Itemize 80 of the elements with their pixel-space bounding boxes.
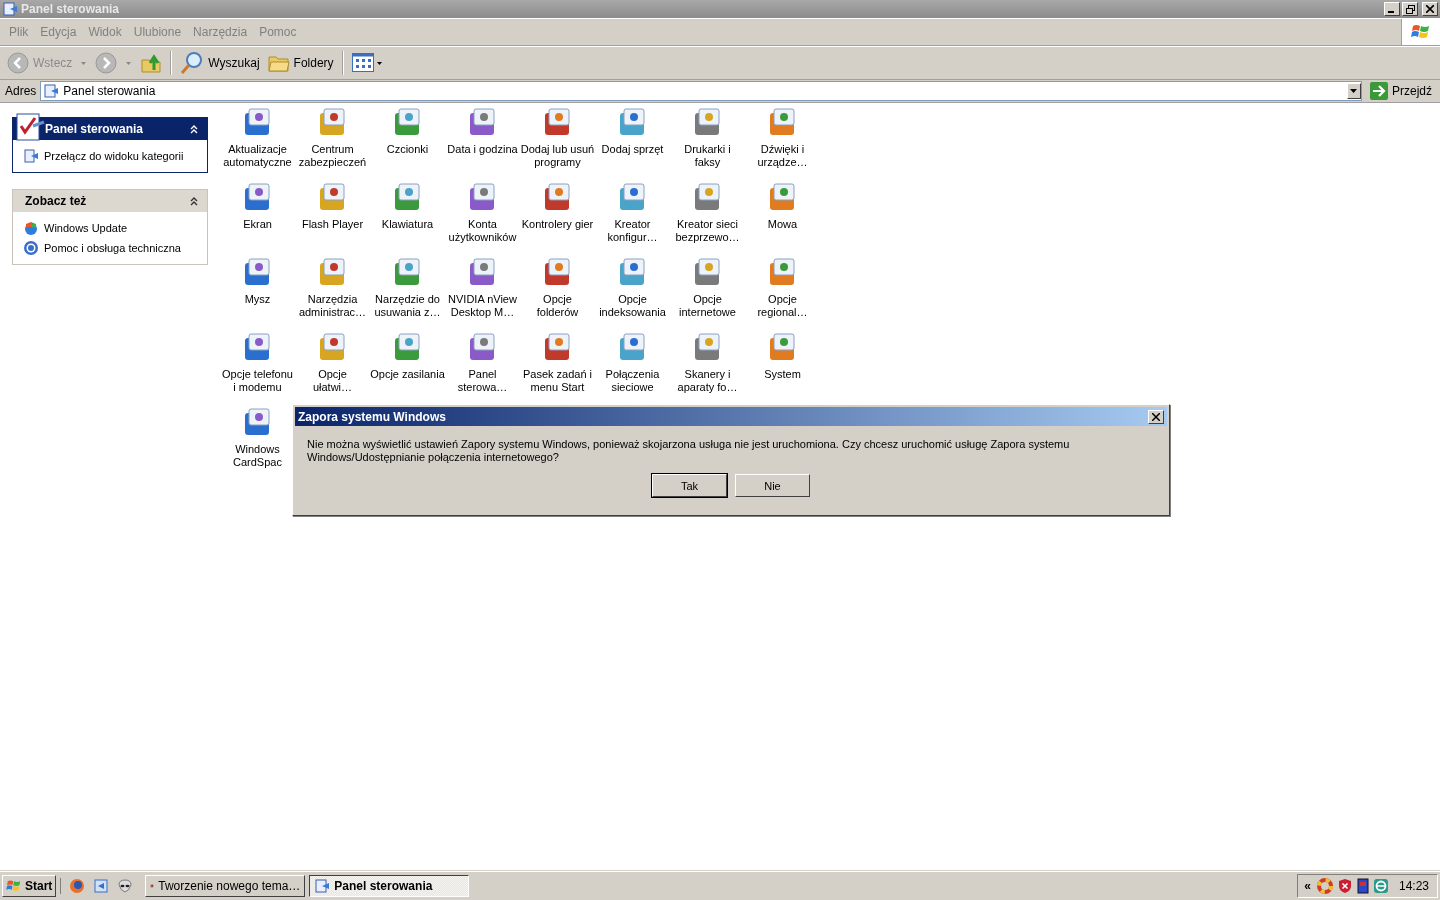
taskbar-button[interactable]: Tworzenie nowego tema… <box>145 875 306 897</box>
dialog-title: Zapora systemu Windows <box>298 409 447 424</box>
applet-label[interactable]: System <box>764 368 801 381</box>
control-panel-icon <box>23 148 39 164</box>
applet-label[interactable]: Opcje ułatwi… <box>312 368 353 394</box>
close-icon <box>1426 5 1434 13</box>
close-button[interactable] <box>1422 2 1438 16</box>
applet-label[interactable]: Pasek zadań i menu Start <box>522 368 593 394</box>
address-label: Adres <box>5 84 37 98</box>
task-link[interactable]: Przełącz do widoku kategorii <box>23 148 197 164</box>
clock: 14:23 <box>1398 879 1429 893</box>
tray-toggle[interactable]: « <box>1302 879 1313 893</box>
collapse-icon[interactable] <box>189 195 199 207</box>
restore-button[interactable] <box>1402 2 1418 16</box>
applet-label[interactable]: Flash Player <box>301 218 364 231</box>
document-icon[interactable] <box>93 878 110 894</box>
applet-label[interactable]: Kreator sieci bezprzewo… <box>675 218 740 244</box>
go-button[interactable]: Przejdź <box>1366 80 1438 102</box>
applet-label[interactable]: Opcje folderów <box>536 293 579 319</box>
applet-label[interactable]: Aktualizacje automatyczne <box>223 143 292 169</box>
applet-label[interactable]: Data i godzina <box>447 143 518 156</box>
control-panel-icon <box>43 83 60 99</box>
applet-label[interactable]: Dźwięki i urządze… <box>757 143 808 169</box>
windows-flag-icon <box>6 879 22 893</box>
applet-label[interactable]: NVIDIA nView Desktop M… <box>448 293 517 319</box>
applet-label[interactable]: Czcionki <box>386 143 429 156</box>
dialog-button[interactable]: Tak <box>652 474 727 497</box>
close-button[interactable] <box>1148 409 1164 424</box>
applet-label[interactable]: Narzędzia administrac… <box>298 293 367 319</box>
address-field[interactable]: Panel sterowania <box>40 81 1362 101</box>
go-arrow-icon <box>1370 82 1388 100</box>
applet-label[interactable]: Połączenia sieciowe <box>605 368 660 394</box>
task-link[interactable]: Windows Update <box>23 220 197 236</box>
dialog-button[interactable]: Nie <box>735 474 810 497</box>
applet-label[interactable]: Dodaj sprzęt <box>601 143 664 156</box>
applet-label[interactable]: Opcje zasilania <box>370 368 445 381</box>
search-button[interactable]: Wyszukaj <box>177 49 263 77</box>
applet-label[interactable]: Opcje internetowe <box>679 293 736 319</box>
windows-flag-icon <box>1411 23 1431 41</box>
alien-icon[interactable] <box>117 878 134 894</box>
help-icon <box>23 240 39 256</box>
applet-label[interactable]: Opcje indeksowania <box>599 293 666 319</box>
folder-up-icon <box>140 52 163 74</box>
control-panel-icon <box>314 878 331 894</box>
applet-label[interactable]: Konta użytkowników <box>448 218 517 244</box>
applet-label[interactable]: Skanery i aparaty fo… <box>677 368 738 394</box>
applet-label[interactable]: Centrum zabezpieczeń <box>298 143 367 169</box>
task-link[interactable]: Pomoc i obsługa techniczna <box>23 240 197 256</box>
close-icon <box>1152 412 1160 421</box>
globe-icon <box>23 220 39 236</box>
applet-label[interactable]: Mysz <box>244 293 271 306</box>
applet-label[interactable]: Mowa <box>767 218 798 231</box>
window-title: Panel sterowania <box>21 2 121 16</box>
search-icon <box>180 51 205 75</box>
panel-title: Zobacz też <box>25 194 88 208</box>
applet-label[interactable]: Panel sterowa… <box>457 368 508 394</box>
lifebuoy-icon[interactable] <box>1316 878 1333 894</box>
start-button[interactable]: Start <box>2 875 57 897</box>
taskbar-button[interactable]: Panel sterowania <box>309 875 470 897</box>
applet-label[interactable]: Klawiatura <box>381 218 434 231</box>
dropdown-caret-icon[interactable] <box>1350 89 1358 93</box>
applet-label[interactable]: Opcje telefonu i modemu <box>222 368 293 394</box>
minimize-button[interactable] <box>1384 2 1400 16</box>
applet-label[interactable]: Windows CardSpac <box>233 443 282 469</box>
device-icon[interactable] <box>1356 878 1369 894</box>
applet-label[interactable]: Dodaj lub usuń programy <box>520 143 595 169</box>
applet-label[interactable]: Ekran <box>243 218 272 231</box>
shield-icon[interactable] <box>1336 878 1353 894</box>
dialog-message: Nie można wyświetlić ustawień Zapory systemu Windows, ponieważ skojarzona usługa nie jest uruchomiona. Czy chcesz uruchomić usługę Zapora systemu Windows/Udostępnianie połączenia internetowego? <box>307 438 1071 464</box>
applet-label[interactable]: Kreator konfigur… <box>607 218 658 244</box>
control-panel-icon <box>2 1 18 17</box>
view-grid-icon <box>351 53 382 73</box>
applet-label[interactable]: Kontrolery gier <box>521 218 594 231</box>
folders-button[interactable]: Foldery <box>264 49 337 77</box>
panel-title: Panel sterowania <box>45 122 145 136</box>
applet-label[interactable]: Narzędzie do usuwania z… <box>374 293 441 319</box>
applet-label[interactable]: Drukarki i faksy <box>684 143 731 169</box>
applet-label[interactable]: Opcje regional… <box>757 293 808 319</box>
restore-icon <box>1405 4 1415 14</box>
folder-icon <box>267 53 290 73</box>
